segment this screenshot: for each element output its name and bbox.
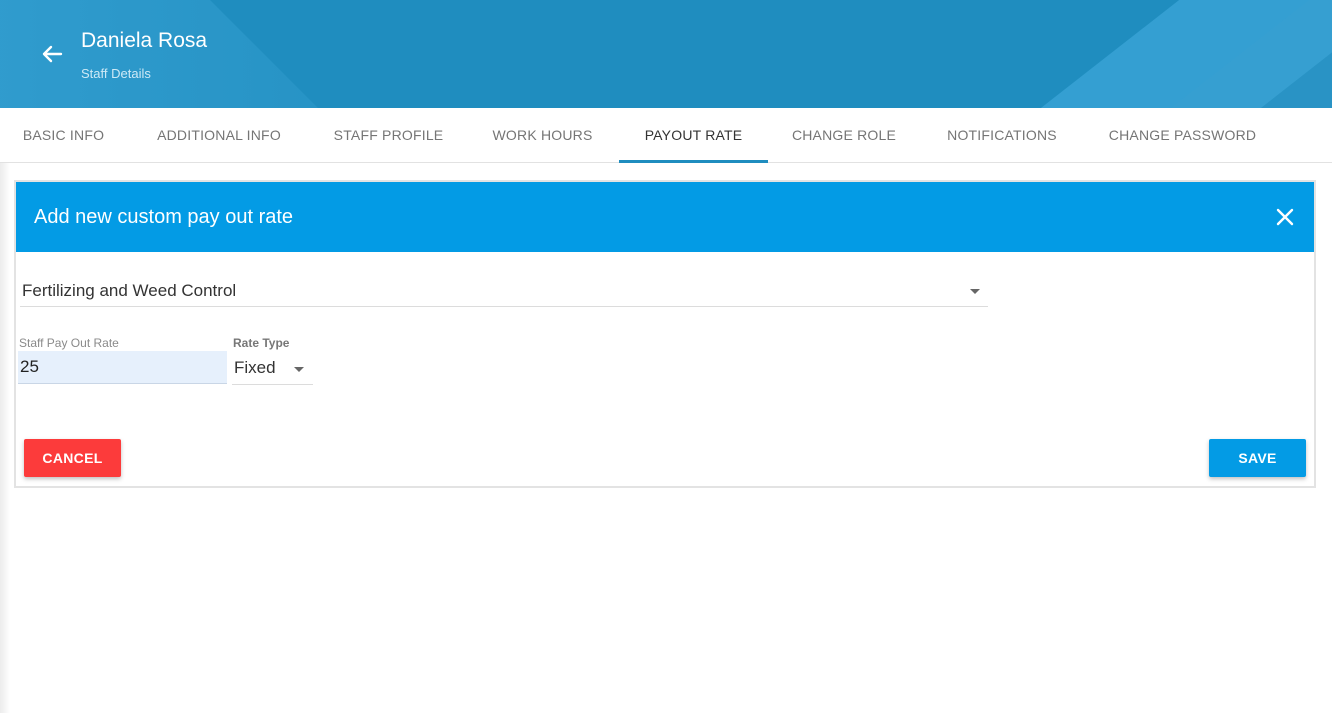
tab-change-role[interactable]: CHANGE ROLE <box>768 108 920 162</box>
rate-type-select[interactable]: Fixed <box>232 353 313 385</box>
page-title: Daniela Rosa <box>81 29 208 52</box>
page-header: Daniela Rosa Staff Details <box>0 0 1332 108</box>
tab-notifications[interactable]: NOTIFICATIONS <box>920 108 1084 162</box>
tab-work-hours[interactable]: WORK HOURS <box>466 108 619 162</box>
dialog-title: Add new custom pay out rate <box>34 206 294 228</box>
custom-payout-rate-dialog: Add new custom pay out rate Fertilizing … <box>14 180 1316 488</box>
rate-type-label: Rate Type <box>233 336 290 350</box>
tab-basic-info[interactable]: BASIC INFO <box>0 108 127 162</box>
chevron-down-icon <box>970 289 980 294</box>
tab-additional-info[interactable]: ADDITIONAL INFO <box>127 108 311 162</box>
rate-type-value: Fixed <box>234 358 276 377</box>
dialog-header: Add new custom pay out rate <box>16 182 1314 252</box>
back-button[interactable] <box>38 42 66 66</box>
pay-out-rate-input[interactable] <box>18 351 227 384</box>
close-button[interactable] <box>1274 206 1296 228</box>
service-select[interactable]: Fertilizing and Weed Control <box>20 277 988 307</box>
tab-payout-rate[interactable]: PAYOUT RATE <box>619 108 768 163</box>
page: Daniela Rosa Staff Details BASIC INFO AD… <box>0 0 1332 713</box>
tab-bar: BASIC INFO ADDITIONAL INFO STAFF PROFILE… <box>0 108 1332 163</box>
service-select-value: Fertilizing and Weed Control <box>22 281 237 300</box>
arrow-left-icon <box>42 45 63 63</box>
tab-change-password[interactable]: CHANGE PASSWORD <box>1084 108 1281 162</box>
close-icon <box>1276 208 1294 226</box>
side-shadow <box>0 108 10 713</box>
tab-staff-profile[interactable]: STAFF PROFILE <box>311 108 466 162</box>
pay-out-rate-label: Staff Pay Out Rate <box>19 336 119 350</box>
chevron-down-icon <box>294 367 304 372</box>
page-subtitle: Staff Details <box>81 66 151 81</box>
cancel-button[interactable]: CANCEL <box>24 439 121 477</box>
save-button[interactable]: SAVE <box>1209 439 1306 477</box>
